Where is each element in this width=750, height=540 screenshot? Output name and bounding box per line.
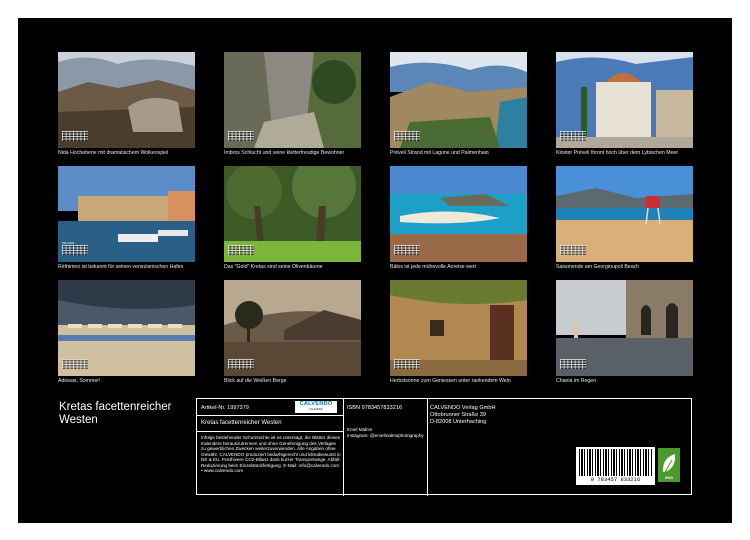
mini-calendar <box>560 242 586 256</box>
calvendo-logo: CALVENDO KALENDER <box>295 401 337 413</box>
photo-tile-4: Kloster Préveli thront hoch über dem Lyb… <box>556 52 693 156</box>
photo-beach-umbrellas <box>58 280 195 376</box>
isbn-barcode: 9 783457 833216 <box>576 447 655 485</box>
photo-chania-rain <box>556 280 693 376</box>
mini-calendar <box>228 242 254 256</box>
mini-calendar <box>560 356 586 370</box>
photo-caption: Saisonende am Georgioupoli Beach <box>556 264 640 270</box>
photo-tile-8: Saisonende am Georgioupoli Beach <box>556 166 693 270</box>
mini-calendar: Mai 2026 <box>62 242 88 256</box>
publisher-city: D-82008 Unterhaching <box>430 419 487 425</box>
photo-caption: Das "Gold" Kretas sind seine Olivenbäume <box>224 264 323 270</box>
eco-badge: eco <box>658 448 680 482</box>
divider <box>427 399 428 496</box>
article-number: Artikel-Nr. 1997379 <box>201 405 249 411</box>
barcode-number: 9 783457 833216 <box>590 476 641 483</box>
photo-balos-lagoon <box>390 166 527 262</box>
mini-calendar <box>62 128 88 142</box>
photo-preveli-beach <box>390 52 527 148</box>
photo-preveli-monastery <box>556 52 693 148</box>
photo-rethimno-harbour: Mai 2026 <box>58 166 195 262</box>
mini-calendar <box>228 128 254 142</box>
author-name: Emel Malms <box>347 427 373 432</box>
photo-caption: Adiosas, Sommer! <box>58 378 101 384</box>
photo-tile-10: Blick auf die Weißen Berge <box>224 280 361 384</box>
photo-tile-7: Bálos ist jede mühevolle Anreise wert <box>390 166 527 270</box>
photo-caption: Bálos ist jede mühevolle Anreise wert <box>390 264 476 270</box>
mini-calendar <box>394 242 420 256</box>
photo-vine-terrace <box>390 280 527 376</box>
photo-caption: Imbros Schlucht und seine kletterfreudig… <box>224 150 345 156</box>
info-panel: Artikel-Nr. 1997379 CALVENDO KALENDER Kr… <box>196 398 692 496</box>
publisher-street: Ottobrunner Straße 39 <box>430 412 486 418</box>
photo-caption: Préveli Strand mit Lagune und Palmenhain <box>390 150 489 156</box>
calendar-title: Kretas facettenreicher Westen <box>59 401 172 426</box>
photo-caption: Blick auf die Weißen Berge <box>224 378 287 384</box>
isbn-label: ISBN 9783457833216 <box>347 405 403 411</box>
divider <box>197 431 343 432</box>
photo-caption: Herbstsonne zum Geniessen unter rankende… <box>390 378 511 384</box>
photo-caption: Kloster Préveli thront hoch über dem Lyb… <box>556 150 679 156</box>
divider <box>343 399 344 496</box>
mini-calendar <box>62 356 88 370</box>
photo-tile-3: Préveli Strand mit Lagune und Palmenhain <box>390 52 527 156</box>
mini-calendar <box>560 128 586 142</box>
photo-caption: Chaniá im Regen <box>556 378 597 384</box>
product-title: Kretas facettenreicher Westen <box>201 420 282 426</box>
legal-notice: Infolge bestehender Schutzrechte ist es … <box>201 435 341 473</box>
mini-calendar <box>394 356 420 370</box>
photo-tile-9: Adiosas, Sommer! <box>58 280 195 384</box>
photo-nida-plateau <box>58 52 195 148</box>
mini-calendar <box>228 356 254 370</box>
photo-caption: Réthimno ist bekannt für seinen venezian… <box>58 264 184 270</box>
mini-calendar <box>394 128 420 142</box>
photo-tile-5: Mai 2026 Réthimno ist bekannt für seinen… <box>58 166 195 270</box>
photo-caption: Nida Hochebene mit dramatischem Wolkensp… <box>58 150 169 156</box>
eco-label: eco <box>665 475 673 480</box>
photo-tile-6: Das "Gold" Kretas sind seine Olivenbäume <box>224 166 361 270</box>
divider <box>197 415 343 416</box>
photo-imbros-gorge <box>224 52 361 148</box>
photo-white-mountains <box>224 280 361 376</box>
author-instagram: Instagram: @emelmalmsphotography <box>347 433 424 438</box>
photo-tile-2: Imbros Schlucht und seine kletterfreudig… <box>224 52 361 156</box>
publisher-name: CALVENDO Verlag GmbH <box>430 405 496 411</box>
photo-tile-11: Herbstsonne zum Geniessen unter rankende… <box>390 280 527 384</box>
photo-tile-12: Chaniá im Regen <box>556 280 693 384</box>
photo-georgioupoli-beach <box>556 166 693 262</box>
photo-tile-1: Nida Hochebene mit dramatischem Wolkensp… <box>58 52 195 156</box>
photo-olive-trees <box>224 166 361 262</box>
